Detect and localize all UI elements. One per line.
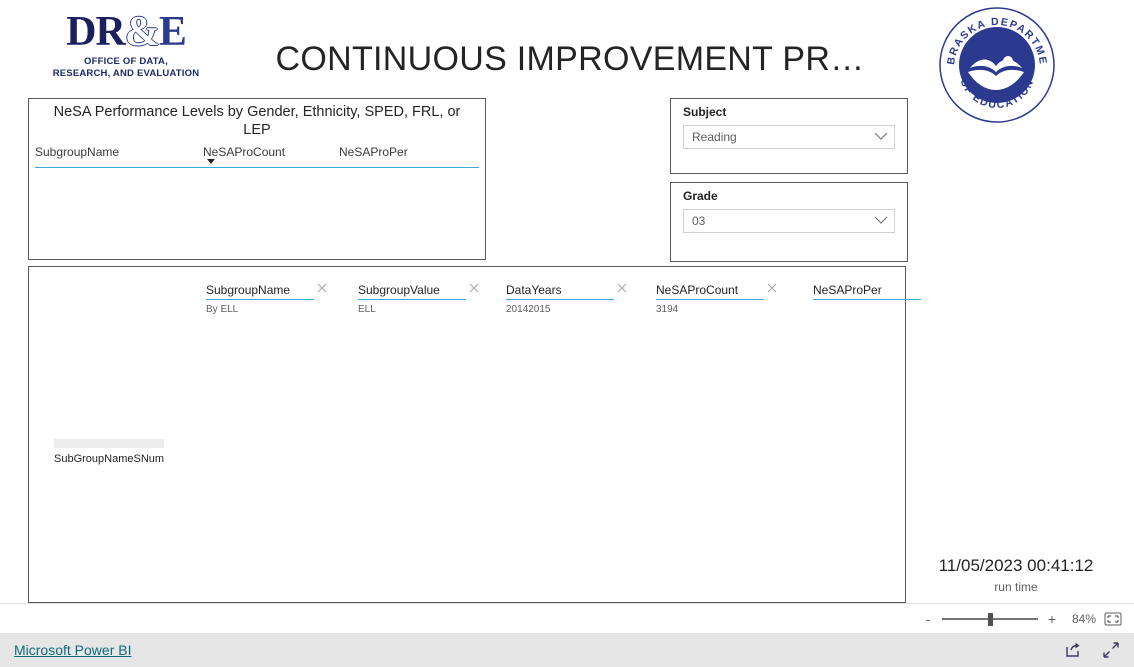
placeholder-label: SubGroupNameSNum bbox=[54, 453, 165, 465]
column-header-subgroupname[interactable]: SubgroupName bbox=[35, 145, 119, 159]
filter-chip-name: NeSAProCount bbox=[656, 283, 739, 297]
filter-chip-header: SubgroupName bbox=[206, 281, 327, 300]
table-body-empty bbox=[29, 168, 485, 268]
filter-chip-header: NeSAProPer bbox=[813, 281, 921, 300]
zoom-slider-thumb[interactable] bbox=[988, 613, 993, 626]
footer-actions bbox=[1064, 641, 1120, 659]
dre-wordmark-e: E bbox=[158, 9, 187, 55]
sort-descending-caret-icon bbox=[207, 159, 215, 164]
filter-chip-name: NeSAProPer bbox=[813, 283, 882, 297]
run-time-caption: run time bbox=[994, 580, 1038, 594]
filter-chip-row: SubgroupName By ELL SubgroupValue ELL Da… bbox=[29, 267, 921, 315]
zoom-slider[interactable] bbox=[942, 613, 1038, 626]
slicer-grade-label: Grade bbox=[683, 189, 718, 203]
close-icon[interactable] bbox=[766, 282, 778, 294]
filter-chip-name: SubgroupValue bbox=[358, 283, 440, 297]
slicer-subject-label: Subject bbox=[683, 105, 727, 119]
report-canvas: DR&E OFFICE OF DATA, RESEARCH, AND EVALU… bbox=[0, 0, 1134, 603]
filter-chip-name: SubgroupName bbox=[206, 283, 291, 297]
subgroupnamesnum-placeholder: SubGroupNameSNum bbox=[54, 439, 164, 465]
close-icon[interactable] bbox=[316, 282, 328, 294]
report-header: DR&E OFFICE OF DATA, RESEARCH, AND EVALU… bbox=[0, 0, 1134, 123]
filter-chip-value: 3194 bbox=[656, 304, 679, 315]
slicer-grade-value: 03 bbox=[692, 214, 706, 228]
column-header-nesaproper[interactable]: NeSAProPer bbox=[339, 145, 408, 159]
zoom-control: - + 84% bbox=[922, 604, 1122, 634]
nesa-performance-table-visual[interactable]: NeSA Performance Levels by Gender, Ethni… bbox=[28, 98, 486, 260]
share-icon[interactable] bbox=[1064, 641, 1082, 659]
slicer-grade[interactable]: Grade 03 bbox=[670, 182, 908, 262]
slicer-subject-value: Reading bbox=[692, 130, 737, 144]
filter-fields-visual[interactable]: SubgroupName By ELL SubgroupValue ELL Da… bbox=[28, 266, 921, 603]
filter-chip-nesaproper[interactable]: NeSAProPer bbox=[813, 281, 921, 304]
slicer-grade-dropdown[interactable]: 03 bbox=[683, 209, 895, 233]
page-title: CONTINUOUS IMPROVEMENT PR… bbox=[275, 40, 865, 78]
table-column-headers: SubgroupName NeSAProCount NeSAProPer bbox=[35, 145, 479, 168]
microsoft-power-bi-link[interactable]: Microsoft Power BI bbox=[14, 642, 131, 658]
nebraska-department-of-education-seal: NEBRASKA DEPARTMENT OF EDUCATION bbox=[938, 6, 1056, 124]
dre-wordmark: DR&E bbox=[46, 10, 206, 54]
status-bar: - + 84% bbox=[0, 603, 1134, 634]
run-time-value: 11/05/2023 00:41:12 bbox=[938, 556, 1094, 575]
filter-chip-name: DataYears bbox=[506, 283, 562, 297]
chevron-down-icon[interactable] bbox=[874, 212, 888, 230]
close-icon[interactable] bbox=[616, 282, 628, 294]
dre-wordmark-ampersand: & bbox=[124, 9, 160, 55]
filter-chip-header: NeSAProCount bbox=[656, 281, 777, 300]
fullscreen-icon[interactable] bbox=[1102, 641, 1120, 659]
filter-chip-subgroupvalue[interactable]: SubgroupValue ELL bbox=[358, 281, 479, 315]
slicer-subject-dropdown[interactable]: Reading bbox=[683, 125, 895, 149]
placeholder-bar bbox=[54, 439, 164, 448]
chevron-down-icon[interactable] bbox=[874, 128, 888, 146]
filter-chip-value: By ELL bbox=[206, 304, 239, 315]
filter-chip-nesaprocount[interactable]: NeSAProCount 3194 bbox=[656, 281, 777, 315]
footer-bar: Microsoft Power BI bbox=[0, 633, 1134, 667]
dre-subtitle-line-1: OFFICE OF DATA, bbox=[84, 56, 168, 67]
run-time-card: 11/05/2023 00:41:12 run time bbox=[910, 556, 1122, 594]
column-header-nesaprocount[interactable]: NeSAProCount bbox=[203, 145, 285, 159]
filter-chip-value: 20142015 bbox=[506, 304, 551, 315]
dre-wordmark-dr: DR bbox=[66, 9, 126, 55]
filter-chip-header: SubgroupValue bbox=[358, 281, 479, 300]
slicer-subject[interactable]: Subject Reading bbox=[670, 98, 908, 174]
dre-logo: DR&E OFFICE OF DATA, RESEARCH, AND EVALU… bbox=[46, 10, 206, 80]
filter-chip-value: ELL bbox=[358, 304, 376, 315]
table-visual-title: NeSA Performance Levels by Gender, Ethni… bbox=[53, 104, 461, 138]
close-icon[interactable] bbox=[468, 282, 480, 294]
dre-subtitle-line-2: RESEARCH, AND EVALUATION bbox=[52, 68, 200, 79]
zoom-in-button[interactable]: + bbox=[1046, 612, 1058, 626]
filter-chip-datayears[interactable]: DataYears 20142015 bbox=[506, 281, 627, 315]
filter-chip-subgroupname[interactable]: SubgroupName By ELL bbox=[206, 281, 327, 315]
zoom-percent-label: 84% bbox=[1071, 612, 1096, 626]
dre-logo-subtitle: OFFICE OF DATA, RESEARCH, AND EVALUATION bbox=[46, 56, 206, 80]
filter-chip-header: DataYears bbox=[506, 281, 627, 300]
fit-to-page-icon[interactable] bbox=[1104, 612, 1122, 626]
zoom-out-button[interactable]: - bbox=[922, 612, 934, 626]
